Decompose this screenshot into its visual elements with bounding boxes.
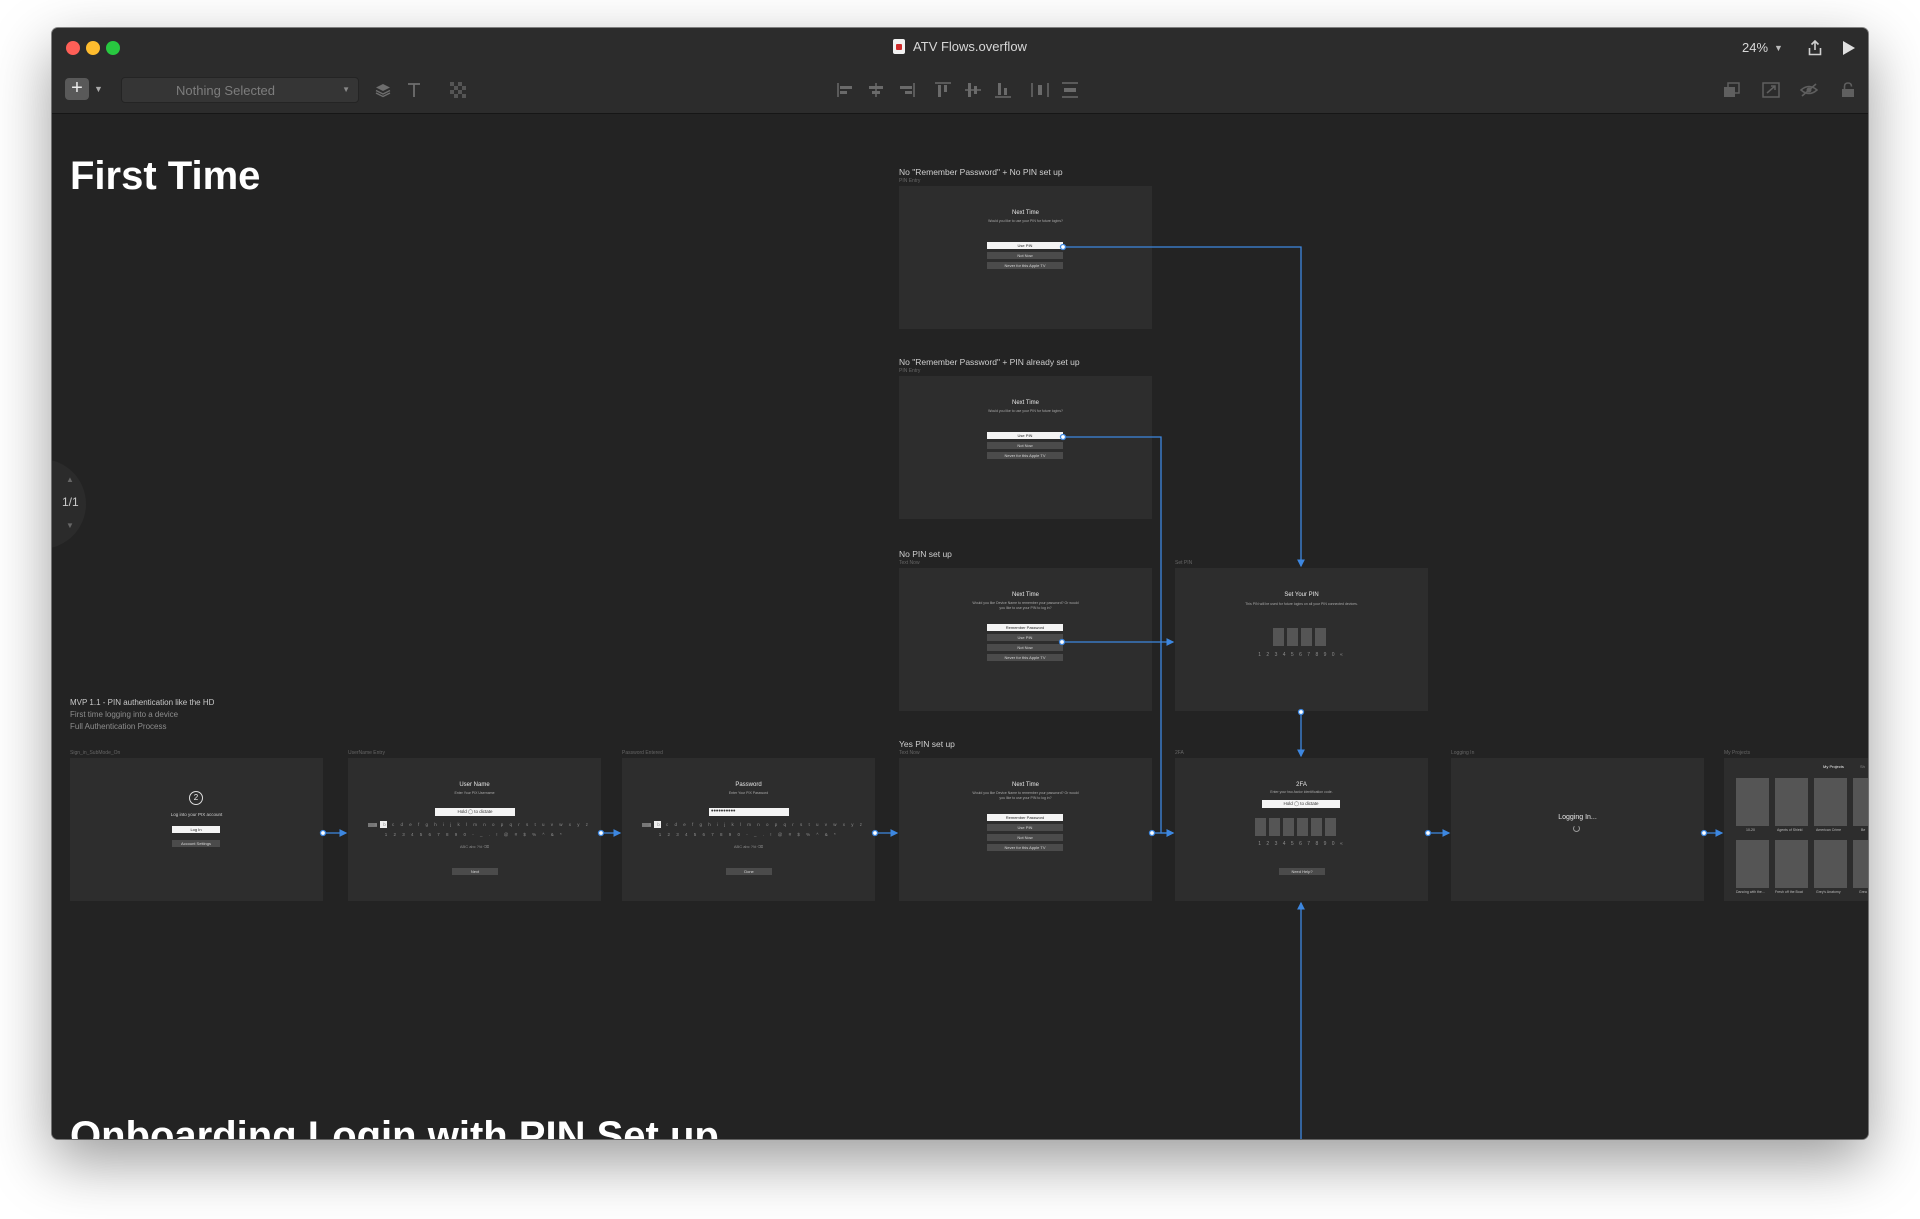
connector-node xyxy=(597,829,605,837)
add-button[interactable]: + xyxy=(65,78,89,100)
connector-node xyxy=(1424,829,1432,837)
toolbar: + ▼ Nothing Selected ▼ xyxy=(52,68,1868,114)
align-middle-vertical-icon[interactable] xyxy=(964,82,982,101)
play-icon[interactable] xyxy=(1842,40,1856,60)
app-window: ATV Flows.overflow 24% ▼ + ▼ Nothing Sele… xyxy=(52,28,1868,1139)
flow-connectors xyxy=(319,243,1724,1139)
chevron-down-icon: ▼ xyxy=(1774,43,1783,53)
connector xyxy=(1063,246,1305,568)
align-left-icon[interactable] xyxy=(837,82,855,101)
connector-node xyxy=(871,829,879,837)
connector-node xyxy=(319,829,327,837)
group-icon[interactable] xyxy=(1723,82,1741,101)
hide-icon[interactable] xyxy=(1799,82,1819,101)
canvas[interactable]: First Time Onboarding Login with PIN Set… xyxy=(52,114,1868,1139)
layers-icon[interactable] xyxy=(375,82,391,101)
align-top-icon[interactable] xyxy=(934,82,952,101)
document-title: ATV Flows.overflow xyxy=(52,39,1868,54)
lock-icon[interactable] xyxy=(1841,82,1855,101)
resize-icon[interactable] xyxy=(1762,82,1780,101)
align-right-icon[interactable] xyxy=(897,82,915,101)
connector xyxy=(1063,436,1175,837)
distribute-vertical-icon[interactable] xyxy=(1061,82,1079,101)
pattern-icon[interactable] xyxy=(450,82,466,101)
connector-node xyxy=(1059,243,1067,251)
title-bar: ATV Flows.overflow 24% ▼ xyxy=(52,28,1868,68)
chevron-down-icon: ▼ xyxy=(342,85,350,94)
document-icon xyxy=(893,39,906,54)
connector-node xyxy=(1148,829,1156,837)
connector-node xyxy=(1700,829,1708,837)
connector-node xyxy=(1297,708,1305,716)
add-menu-chevron-icon[interactable]: ▼ xyxy=(94,84,103,94)
connector-node xyxy=(1059,433,1067,441)
align-bottom-icon[interactable] xyxy=(994,82,1012,101)
connector-node xyxy=(1058,638,1066,646)
share-icon[interactable] xyxy=(1807,39,1823,60)
selection-label: Nothing Selected xyxy=(176,83,276,98)
selection-dropdown[interactable]: Nothing Selected ▼ xyxy=(121,77,359,103)
zoom-level: 24% xyxy=(1742,40,1769,55)
align-center-horizontal-icon[interactable] xyxy=(867,82,885,101)
zoom-menu[interactable]: 24% ▼ xyxy=(1742,40,1783,55)
distribute-horizontal-icon[interactable] xyxy=(1031,82,1049,101)
text-tool-icon[interactable] xyxy=(406,82,422,101)
